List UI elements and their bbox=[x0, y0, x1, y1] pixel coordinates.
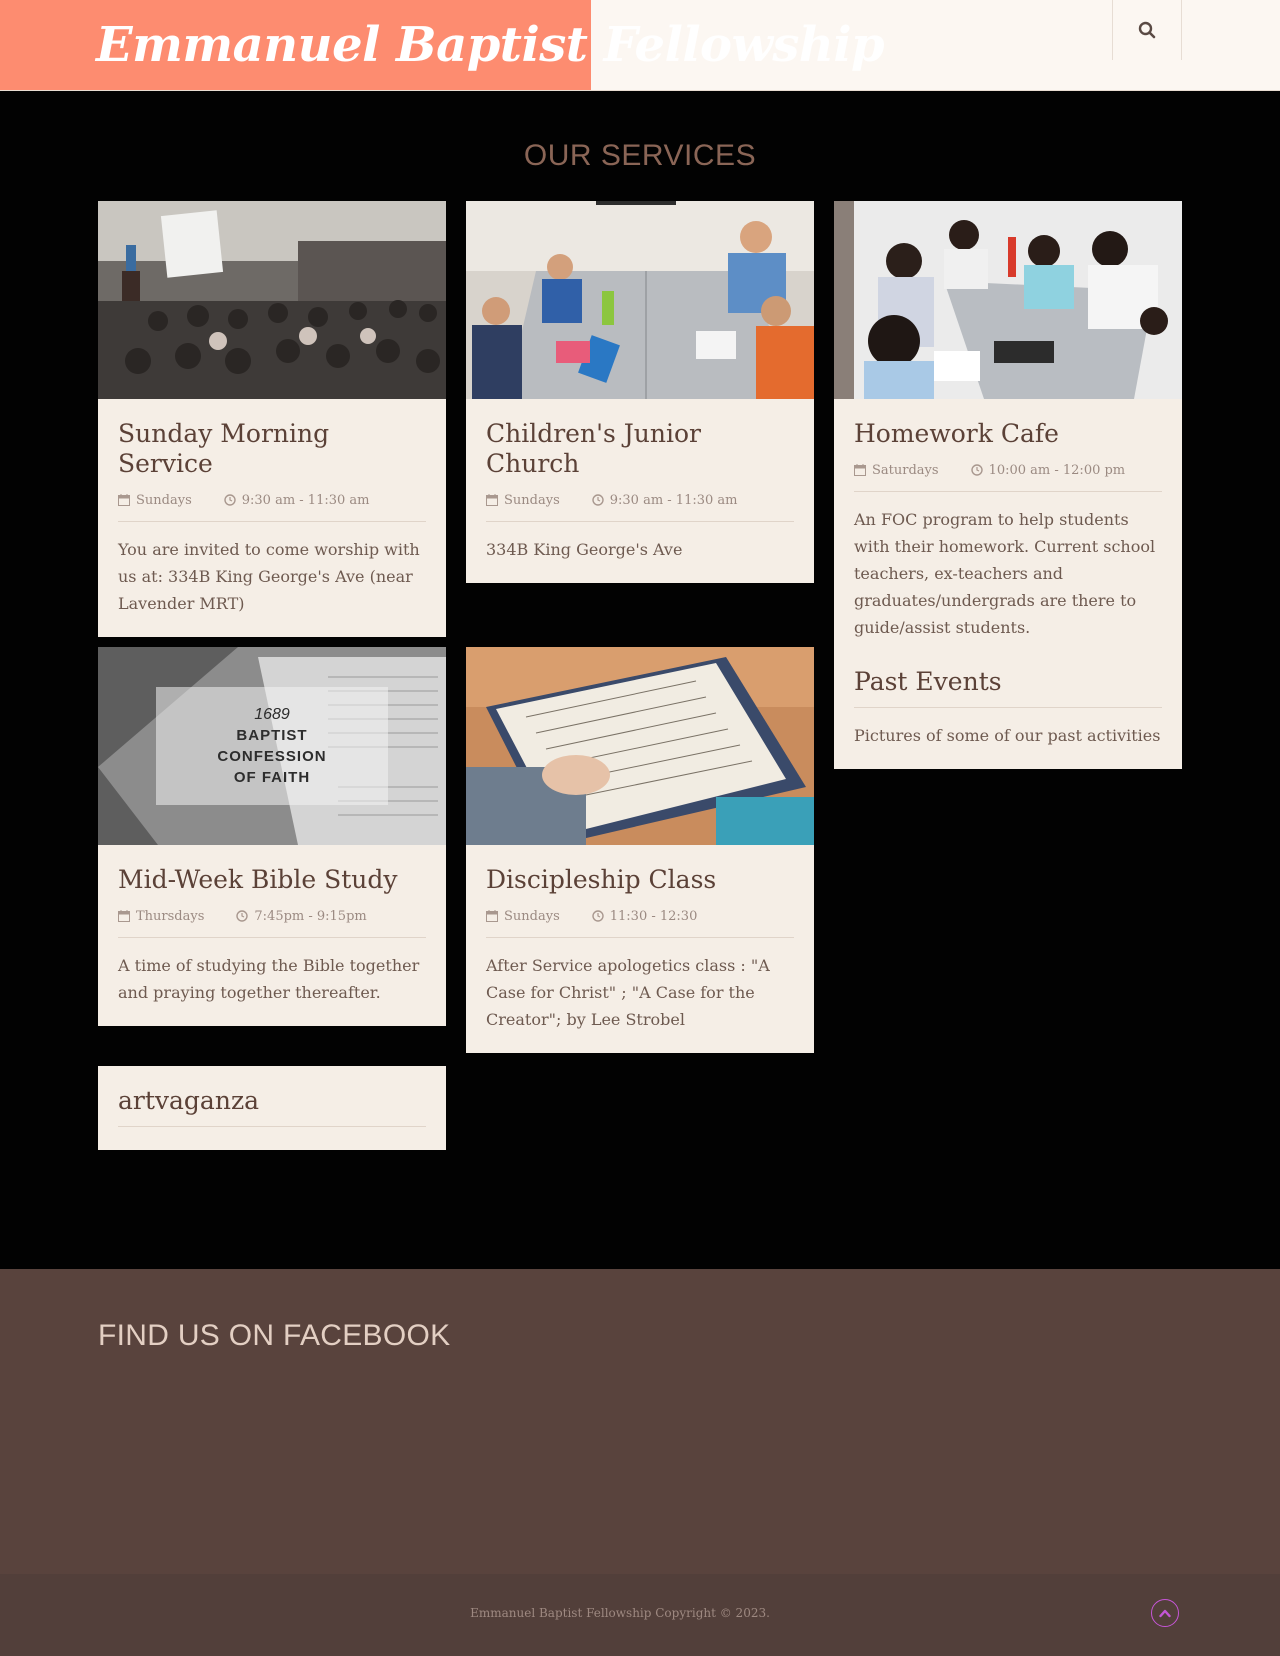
card-divider bbox=[854, 707, 1162, 708]
service-time-label: 9:30 am - 11:30 am bbox=[241, 492, 370, 508]
calendar-icon bbox=[118, 910, 130, 922]
service-time: 7:45pm - 9:15pm bbox=[236, 908, 367, 924]
service-day: Sundays bbox=[486, 493, 560, 508]
service-day-label: Thursdays bbox=[136, 908, 205, 924]
discipleship-bible-photo bbox=[466, 647, 814, 845]
site-footer: Emmanuel Baptist Fellowship Copyright © … bbox=[0, 1574, 1280, 1656]
service-description: An FOC program to help students with the… bbox=[854, 510, 1156, 637]
confession-of-faith-image: 1689 BAPTIST CONFESSION OF FAITH bbox=[98, 647, 446, 845]
facebook-title: FIND US ON FACEBOOK bbox=[98, 1319, 451, 1352]
service-time: 9:30 am - 11:30 am bbox=[592, 492, 738, 508]
clock-icon bbox=[592, 910, 604, 922]
clock-icon bbox=[224, 494, 236, 506]
service-description: A time of studying the Bible together an… bbox=[118, 956, 420, 1002]
service-time: 11:30 - 12:30 bbox=[592, 908, 698, 924]
service-time-label: 11:30 - 12:30 bbox=[609, 908, 698, 924]
service-title[interactable]: Sunday Morning Service bbox=[118, 419, 426, 479]
search-icon bbox=[1138, 21, 1156, 39]
calendar-icon bbox=[854, 464, 866, 476]
confession-text: 1689 BAPTIST CONFESSION OF FAITH bbox=[156, 705, 388, 788]
past-events-title[interactable]: Past Events bbox=[854, 667, 1162, 697]
service-day: Sundays bbox=[118, 493, 192, 508]
service-title[interactable]: Mid-Week Bible Study bbox=[118, 865, 426, 895]
clock-icon bbox=[592, 494, 604, 506]
facebook-section: FIND US ON FACEBOOK bbox=[0, 1269, 1280, 1574]
service-card[interactable]: Children's Junior Church Sundays 9:30 am… bbox=[466, 201, 814, 583]
service-card[interactable]: Homework Cafe Saturdays 10:00 am - 12:00… bbox=[834, 201, 1182, 661]
service-title[interactable]: Discipleship Class bbox=[486, 865, 794, 895]
artvaganza-card[interactable]: artvaganza bbox=[98, 1066, 446, 1150]
service-day-label: Sundays bbox=[504, 492, 560, 508]
copyright-text: Emmanuel Baptist Fellowship Copyright © … bbox=[470, 1606, 770, 1620]
homework-cafe-photo bbox=[834, 201, 1182, 399]
service-card[interactable]: Sunday Morning Service Sundays 9:30 am -… bbox=[98, 201, 446, 637]
site-header: Emmanuel Baptist Fellowship bbox=[0, 0, 1280, 91]
search-button[interactable] bbox=[1112, 0, 1182, 60]
back-to-top-button[interactable] bbox=[1151, 1599, 1179, 1627]
artvaganza-title[interactable]: artvaganza bbox=[118, 1086, 426, 1116]
service-time: 9:30 am - 11:30 am bbox=[224, 492, 370, 508]
service-time-label: 9:30 am - 11:30 am bbox=[609, 492, 738, 508]
service-day: Sundays bbox=[486, 909, 560, 924]
card-divider bbox=[118, 1126, 426, 1127]
clock-icon bbox=[970, 464, 983, 476]
service-day-label: Saturdays bbox=[872, 462, 939, 478]
confession-line2: CONFESSION bbox=[217, 748, 327, 765]
calendar-icon bbox=[486, 910, 498, 922]
service-title[interactable]: Homework Cafe bbox=[854, 419, 1162, 449]
site-title[interactable]: Emmanuel Baptist Fellowship bbox=[96, 17, 885, 73]
services-title: OUR SERVICES bbox=[523, 139, 757, 172]
service-card[interactable]: 1689 BAPTIST CONFESSION OF FAITH Mid-Wee… bbox=[98, 647, 446, 1026]
confession-line1: BAPTIST bbox=[236, 727, 308, 744]
service-title[interactable]: Children's Junior Church bbox=[486, 419, 794, 479]
service-day: Saturdays bbox=[854, 463, 939, 478]
service-description: You are invited to come worship with us … bbox=[118, 540, 420, 613]
site-logo[interactable]: Emmanuel Baptist Fellowship bbox=[0, 0, 885, 90]
sunday-service-photo bbox=[98, 201, 446, 399]
service-day-label: Sundays bbox=[504, 908, 560, 924]
calendar-icon bbox=[486, 494, 498, 506]
past-events-description: Pictures of some of our past activities bbox=[854, 726, 1161, 745]
service-card[interactable]: Discipleship Class Sundays 11:30 - 12:30… bbox=[466, 647, 814, 1053]
service-day-label: Sundays bbox=[136, 492, 192, 508]
calendar-icon bbox=[118, 494, 130, 506]
service-description: After Service apologetics class : "A Cas… bbox=[486, 956, 770, 1029]
service-time-label: 7:45pm - 9:15pm bbox=[254, 908, 367, 924]
confession-year: 1689 bbox=[254, 706, 290, 723]
service-time-label: 10:00 am - 12:00 pm bbox=[988, 462, 1126, 478]
service-day: Thursdays bbox=[118, 909, 204, 924]
chevron-up-icon bbox=[1159, 1609, 1171, 1618]
clock-icon bbox=[236, 910, 249, 922]
past-events-card[interactable]: Past Events Pictures of some of our past… bbox=[834, 647, 1182, 769]
service-time: 10:00 am - 12:00 pm bbox=[970, 462, 1126, 478]
junior-church-photo bbox=[466, 201, 814, 399]
confession-line3: OF FAITH bbox=[233, 769, 311, 786]
service-description: 334B King George's Ave bbox=[486, 540, 683, 559]
